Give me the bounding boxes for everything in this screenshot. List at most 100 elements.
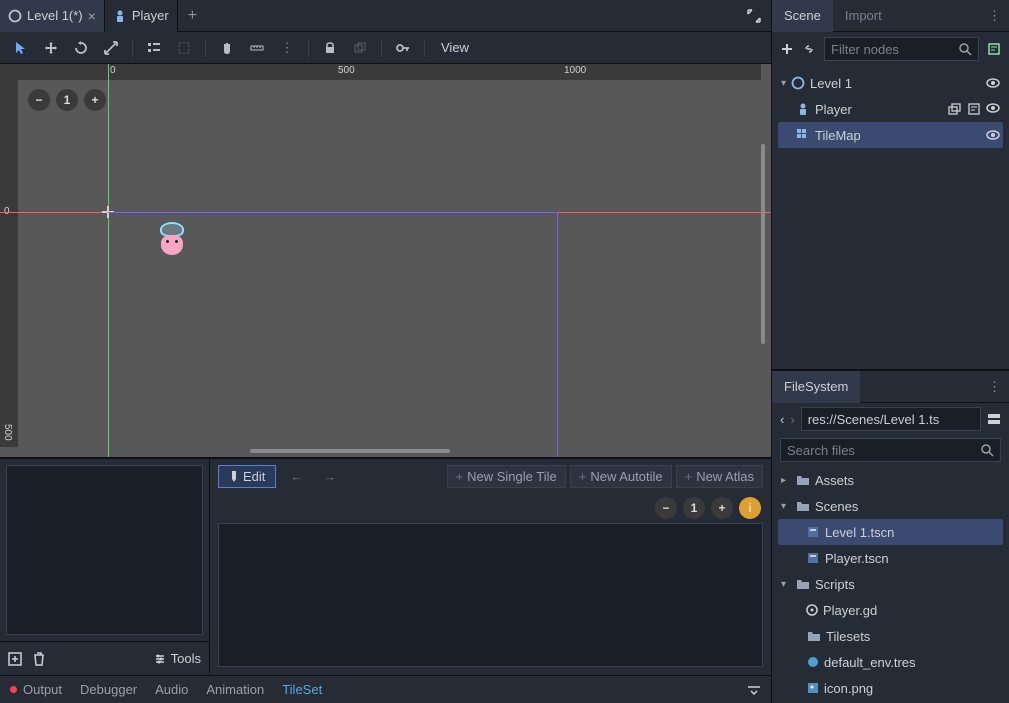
fs-folder-scripts[interactable]: ▾Scripts — [778, 571, 1003, 597]
view-menu-button[interactable]: View — [441, 40, 469, 55]
close-icon[interactable]: × — [88, 8, 96, 24]
delete-tile-button[interactable] — [32, 652, 46, 666]
scale-tool-button[interactable] — [100, 37, 122, 59]
dock-more-icon[interactable]: ⋮ — [980, 379, 1009, 395]
tileset-zoom-in-button[interactable]: + — [711, 497, 733, 519]
edit-mode-button[interactable]: Edit — [218, 465, 276, 488]
debugger-tab-button[interactable]: Debugger — [80, 682, 137, 697]
new-single-tile-button[interactable]: +New Single Tile — [447, 465, 566, 488]
scene-file-icon — [806, 526, 820, 538]
fs-search-input[interactable]: Search files — [780, 438, 1001, 462]
scene-tab-bar: Level 1(*) × Player + — [0, 0, 771, 32]
dock-more-icon[interactable]: ⋮ — [980, 8, 1009, 24]
nav-forward-button[interactable]: → — [317, 469, 342, 484]
fs-folder-scenes[interactable]: ▾Scenes — [778, 493, 1003, 519]
scene-tab-label: Player — [132, 8, 169, 23]
fs-file-icon-png[interactable]: ▸icon.png — [778, 675, 1003, 701]
image-icon — [807, 682, 819, 694]
kinematic-icon — [796, 102, 810, 116]
scene-tab-level1[interactable]: Level 1(*) × — [0, 0, 105, 32]
scene-file-icon — [806, 552, 820, 564]
scrollbar-horizontal[interactable] — [250, 449, 450, 453]
tree-root[interactable]: ▾ Level 1 — [778, 70, 1003, 96]
fs-file-level1[interactable]: Level 1.tscn — [778, 519, 1003, 545]
zoom-controls: − 1 + — [28, 89, 106, 111]
status-bar: Output Debugger Audio Animation TileSet — [0, 675, 771, 703]
visibility-icon[interactable] — [986, 78, 1000, 88]
node2d-icon — [791, 76, 805, 90]
visibility-icon[interactable] — [986, 130, 1000, 140]
tilemap-icon — [796, 128, 810, 142]
add-node-button[interactable] — [780, 42, 794, 56]
kinematic-icon — [113, 9, 127, 23]
canvas-viewport[interactable]: 0 500 1000 0 500 − 1 + — [0, 64, 771, 457]
scene-tab-label: Level 1(*) — [27, 8, 83, 23]
tileset-info-button[interactable]: i — [739, 497, 761, 519]
fs-folder-tilesets[interactable]: ▸Tilesets — [778, 623, 1003, 649]
search-icon — [959, 43, 972, 56]
select-tool-button[interactable] — [10, 37, 32, 59]
env-icon — [807, 656, 819, 668]
folder-icon — [796, 500, 810, 512]
more-tools-icon[interactable]: ⋮ — [276, 37, 298, 59]
tools-menu-button[interactable]: Tools — [154, 651, 201, 666]
scene-tab-player[interactable]: Player — [105, 0, 178, 32]
scene-instance-icon[interactable] — [948, 103, 962, 115]
ruler-horizontal: 0 500 1000 — [18, 64, 761, 80]
move-tool-button[interactable] — [40, 37, 62, 59]
fs-split-button[interactable] — [987, 413, 1001, 425]
scene-tree: ▾ Level 1 Player TileMap — [772, 66, 1009, 158]
group-select-button[interactable] — [173, 37, 195, 59]
output-indicator-icon — [10, 686, 17, 693]
pan-tool-button[interactable] — [216, 37, 238, 59]
fs-folder-assets[interactable]: ▸Assets — [778, 467, 1003, 493]
lock-button[interactable] — [319, 37, 341, 59]
fs-tree: ▸Assets ▾Scenes Level 1.tscn Player.tscn… — [772, 465, 1009, 703]
collapse-panel-button[interactable] — [747, 683, 761, 697]
fs-back-button[interactable]: ‹ — [780, 412, 784, 427]
scrollbar-vertical[interactable] — [761, 144, 765, 344]
tileset-zoom-out-button[interactable]: − — [655, 497, 677, 519]
ruler-tool-button[interactable] — [246, 37, 268, 59]
tree-node-tilemap[interactable]: TileMap — [778, 122, 1003, 148]
new-tab-button[interactable]: + — [178, 7, 207, 25]
output-tab-button[interactable]: Output — [23, 682, 62, 697]
tileset-list[interactable] — [6, 465, 203, 635]
add-tile-button[interactable] — [8, 652, 22, 666]
fs-file-default-env[interactable]: ▸default_env.tres — [778, 649, 1003, 675]
link-node-button[interactable] — [802, 42, 816, 56]
zoom-reset-button[interactable]: 1 — [56, 89, 78, 111]
tree-node-player[interactable]: Player — [778, 96, 1003, 122]
key-button[interactable] — [392, 37, 414, 59]
filter-nodes-input[interactable]: Filter nodes — [824, 37, 979, 61]
fs-forward-button[interactable]: › — [790, 412, 794, 427]
script-icon[interactable] — [968, 103, 980, 115]
new-atlas-button[interactable]: +New Atlas — [676, 465, 763, 488]
expand-icon[interactable] — [737, 9, 771, 23]
nav-back-button[interactable]: ← — [284, 469, 309, 484]
tileset-tab-button[interactable]: TileSet — [282, 682, 322, 697]
fs-file-player-tscn[interactable]: Player.tscn — [778, 545, 1003, 571]
scene-dock-tabs: Scene Import ⋮ — [772, 0, 1009, 32]
animation-tab-button[interactable]: Animation — [206, 682, 264, 697]
player-sprite[interactable] — [158, 222, 186, 258]
zoom-out-button[interactable]: − — [28, 89, 50, 111]
visibility-icon[interactable] — [986, 103, 1000, 113]
scene-dock-tab[interactable]: Scene — [772, 0, 833, 32]
tileset-texture-view[interactable] — [218, 523, 763, 667]
fs-file-player-gd[interactable]: Player.gd — [778, 597, 1003, 623]
list-select-button[interactable] — [143, 37, 165, 59]
tileset-zoom-reset-button[interactable]: 1 — [683, 497, 705, 519]
ruler-vertical: 0 500 — [0, 64, 18, 447]
group-button[interactable] — [349, 37, 371, 59]
zoom-in-button[interactable]: + — [84, 89, 106, 111]
attach-script-button[interactable] — [987, 42, 1001, 56]
audio-tab-button[interactable]: Audio — [155, 682, 188, 697]
filesystem-dock-tab[interactable]: FileSystem — [772, 371, 860, 403]
new-autotile-button[interactable]: +New Autotile — [570, 465, 672, 488]
canvas-toolbar: ⋮ View — [0, 32, 771, 64]
import-dock-tab[interactable]: Import — [833, 0, 894, 32]
scene-icon — [8, 9, 22, 23]
fs-path-input[interactable]: res://Scenes/Level 1.ts — [801, 407, 981, 431]
rotate-tool-button[interactable] — [70, 37, 92, 59]
